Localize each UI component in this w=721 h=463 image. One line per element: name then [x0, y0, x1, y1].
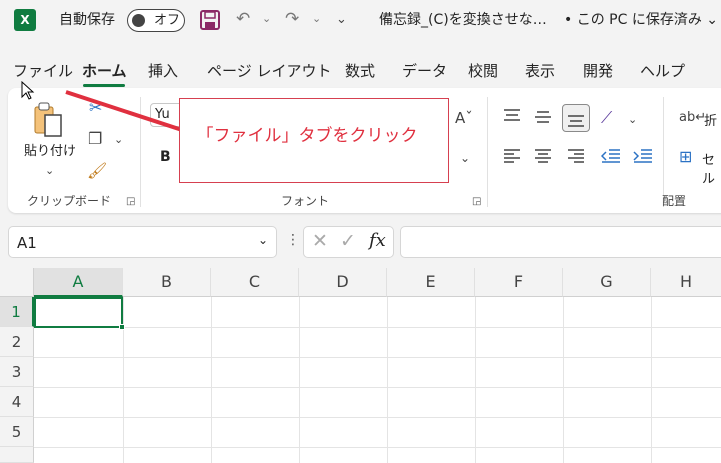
grid-line [475, 297, 476, 463]
grid-line [34, 357, 721, 358]
column-header-b[interactable]: B [123, 268, 211, 297]
clipboard-launcher-icon[interactable]: ◲ [126, 196, 135, 207]
more-options-icon[interactable]: ⋮ [286, 232, 300, 248]
grid-line [123, 297, 124, 463]
column-header-e[interactable]: E [387, 268, 475, 297]
row-header-3[interactable]: 3 [0, 357, 34, 387]
tab-developer[interactable]: 開発 [583, 60, 613, 82]
column-header-h[interactable]: H [651, 268, 721, 297]
undo-icon[interactable]: ↶ [236, 9, 250, 29]
copy-dropdown-icon[interactable]: ⌄ [114, 131, 123, 149]
tab-file[interactable]: ファイル [13, 60, 73, 82]
grid-line [563, 297, 564, 463]
row-header-6[interactable] [0, 447, 34, 463]
paste-dropdown-icon[interactable]: ⌄ [45, 162, 54, 180]
orientation-icon[interactable]: ⟋ [601, 109, 612, 127]
autosave-label: 自動保存 [59, 12, 115, 28]
align-top-icon[interactable] [503, 108, 521, 124]
grid-line [34, 327, 721, 328]
enter-icon[interactable]: ✓ [340, 230, 356, 252]
row-header-4[interactable]: 4 [0, 387, 34, 417]
cancel-icon[interactable]: ✕ [312, 230, 328, 252]
column-header-f[interactable]: F [475, 268, 563, 297]
save-icon[interactable] [199, 9, 221, 31]
redo-icon[interactable]: ↷ [285, 9, 299, 29]
grid-line [34, 417, 721, 418]
tab-formulas[interactable]: 数式 [345, 60, 375, 82]
active-tab-indicator [83, 84, 125, 87]
cut-icon[interactable]: ✂ [89, 99, 102, 117]
row-header-2[interactable]: 2 [0, 327, 34, 357]
excel-logo: X [14, 9, 36, 31]
bold-button[interactable]: B [160, 149, 171, 165]
row-header-1[interactable]: 1 [0, 297, 34, 327]
autosave-toggle[interactable]: オフ [127, 9, 185, 32]
grid-line [211, 297, 212, 463]
align-right-icon[interactable] [567, 148, 585, 164]
toggle-knob [132, 14, 145, 27]
formula-controls: ✕ ✓ fx [303, 226, 394, 258]
callout-box: 「ファイル」タブをクリック [179, 98, 449, 183]
align-bottom-icon [568, 115, 584, 127]
insert-function-icon[interactable]: fx [369, 230, 386, 251]
copy-icon[interactable]: ❐ [88, 130, 102, 148]
ribbon-separator [487, 97, 488, 207]
formula-input[interactable] [400, 226, 721, 258]
alignment-group-label: 配置 [662, 194, 687, 208]
font-launcher-icon[interactable]: ◲ [472, 196, 481, 207]
clipboard-group-label: クリップボード [27, 194, 112, 208]
row-header-5[interactable]: 5 [0, 417, 34, 447]
grid-line [34, 447, 721, 448]
undo-dropdown-icon[interactable]: ⌄ [262, 9, 271, 29]
customize-qat-icon[interactable]: ⌄ [336, 10, 347, 30]
redo-dropdown-icon[interactable]: ⌄ [312, 9, 321, 29]
wrap-text-icon[interactable]: ab↵ [679, 109, 706, 127]
align-center-icon[interactable] [534, 148, 552, 164]
grid-line [387, 297, 388, 463]
name-box-value: A1 [17, 234, 37, 252]
select-all-corner[interactable] [0, 268, 34, 297]
grid-line [299, 297, 300, 463]
tab-review[interactable]: 校閲 [468, 60, 498, 82]
align-left-icon[interactable] [503, 148, 521, 164]
autosave-state: オフ [154, 13, 181, 28]
name-box-dropdown-icon[interactable]: ⌄ [258, 233, 268, 247]
paste-label[interactable]: 貼り付け [24, 143, 76, 161]
tab-home[interactable]: ホーム [82, 60, 127, 82]
tab-data[interactable]: データ [402, 60, 447, 82]
file-name: 備忘録_(C)を変換させな… [379, 12, 547, 28]
name-box[interactable]: A1 ⌄ [8, 226, 277, 258]
tab-view[interactable]: 表示 [525, 60, 555, 82]
align-middle-icon[interactable] [534, 108, 552, 124]
column-header-g[interactable]: G [563, 268, 651, 297]
paste-icon[interactable] [28, 101, 66, 139]
increase-indent-icon[interactable] [633, 148, 653, 164]
font-color-dropdown-icon[interactable]: ⌄ [460, 149, 470, 167]
grid-line [34, 387, 721, 388]
fill-handle[interactable] [119, 324, 125, 330]
ribbon-separator [140, 97, 141, 207]
active-cell-a1[interactable] [34, 297, 123, 328]
format-painter-icon[interactable]: 🖌 [87, 162, 107, 180]
merge-cells-icon[interactable]: ⊞ [679, 148, 692, 166]
ribbon-separator [663, 97, 664, 207]
font-group-label: フォント [281, 194, 330, 208]
increase-font-icon[interactable]: Aˇ [455, 109, 473, 127]
decrease-indent-icon[interactable] [601, 148, 621, 164]
merge-cells-label[interactable]: セル [702, 149, 721, 187]
tab-insert[interactable]: 挿入 [148, 60, 178, 82]
save-status[interactable]: • この PC に保存済み ⌄ [564, 10, 718, 30]
callout-text: 「ファイル」タブをクリック [196, 125, 418, 146]
column-header-c[interactable]: C [211, 268, 299, 297]
tab-page-layout[interactable]: ページ レイアウト [207, 60, 331, 82]
grid-line [651, 297, 652, 463]
orientation-dropdown-icon[interactable]: ⌄ [628, 111, 637, 129]
wrap-text-label[interactable]: 折 [704, 110, 717, 129]
mouse-cursor-icon [21, 81, 35, 100]
column-header-d[interactable]: D [299, 268, 387, 297]
column-header-a[interactable]: A [34, 268, 123, 297]
tab-help[interactable]: ヘルプ [640, 60, 685, 82]
